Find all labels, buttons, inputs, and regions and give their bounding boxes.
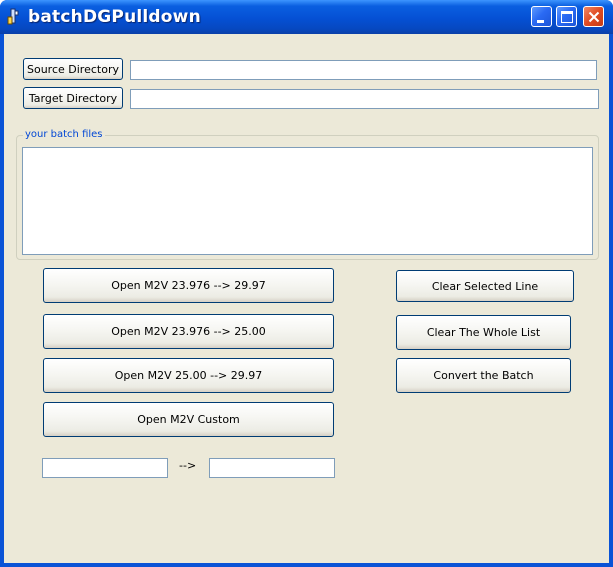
- minimize-icon: [537, 20, 544, 23]
- custom-arrow-label: -->: [179, 459, 197, 472]
- target-directory-label: Target Directory: [28, 91, 118, 105]
- custom-from-input[interactable]: [42, 458, 168, 478]
- open-m2v-23976-2997-button[interactable]: Open M2V 23.976 --> 29.97: [43, 268, 334, 303]
- maximize-icon: [561, 11, 573, 23]
- app-window: batchDGPulldown Source Directory Target …: [0, 0, 613, 567]
- client-area: Source Directory Target Directory your b…: [4, 34, 609, 563]
- open-m2v-23976-2500-button[interactable]: Open M2V 23.976 --> 25.00: [43, 314, 334, 349]
- batch-files-group-label: your batch files: [23, 129, 105, 140]
- window-title: batchDGPulldown: [28, 7, 201, 27]
- minimize-button[interactable]: [531, 6, 552, 27]
- maximize-button[interactable]: [556, 6, 577, 27]
- batch-files-list[interactable]: [22, 147, 593, 255]
- close-icon: [588, 11, 600, 23]
- app-icon: [6, 8, 22, 26]
- source-directory-label: Source Directory: [27, 62, 119, 76]
- target-directory-input[interactable]: [130, 89, 599, 109]
- source-directory-input[interactable]: [130, 60, 597, 80]
- target-directory-button[interactable]: Target Directory: [23, 87, 123, 109]
- custom-to-input[interactable]: [209, 458, 335, 478]
- open-m2v-2500-2997-button[interactable]: Open M2V 25.00 --> 29.97: [43, 358, 334, 393]
- source-directory-button[interactable]: Source Directory: [23, 58, 123, 80]
- title-bar[interactable]: batchDGPulldown: [0, 0, 613, 34]
- convert-batch-button[interactable]: Convert the Batch: [396, 358, 571, 393]
- clear-selected-line-button[interactable]: Clear Selected Line: [396, 270, 574, 302]
- close-button[interactable]: [583, 6, 604, 27]
- open-m2v-custom-button[interactable]: Open M2V Custom: [43, 402, 334, 437]
- clear-whole-list-button[interactable]: Clear The Whole List: [396, 315, 571, 350]
